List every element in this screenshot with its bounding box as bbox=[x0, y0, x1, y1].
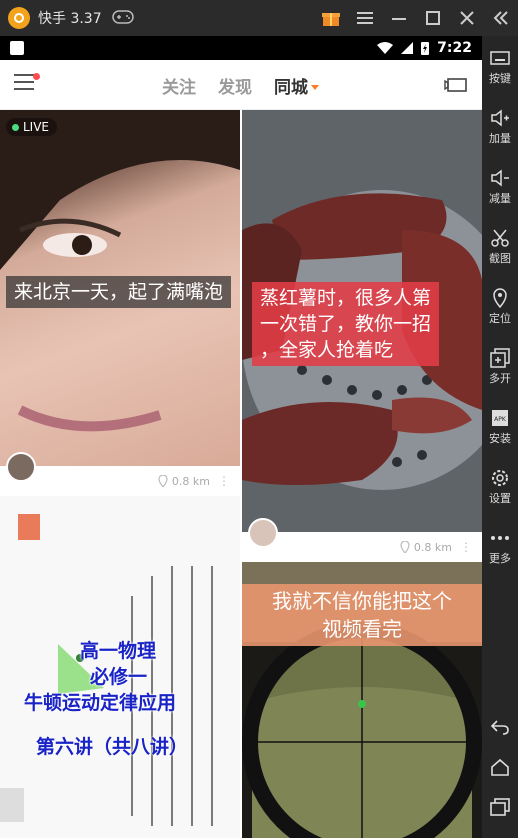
sidebar-item-multi-instance[interactable]: 多开 bbox=[482, 346, 518, 386]
emulator-sidebar: 按键 加量 减量 截图 定位 多开 APK 安装 设置 更多 bbox=[482, 36, 518, 838]
card-meta: 0.8 km ⋮ bbox=[242, 518, 482, 560]
distance-label: 0.8 km bbox=[400, 541, 452, 554]
back-icon[interactable] bbox=[482, 712, 518, 742]
gift-icon[interactable] bbox=[314, 0, 348, 36]
caption-line: ，全家人抢着吃 bbox=[260, 339, 394, 361]
collapse-sidebar-icon[interactable] bbox=[484, 0, 518, 36]
video-caption: 我就不信你能把这个 视频看完 bbox=[242, 584, 482, 646]
live-stream-icon[interactable] bbox=[444, 75, 468, 95]
sidebar-item-install[interactable]: APK 安装 bbox=[482, 406, 518, 446]
notification-dot bbox=[33, 73, 40, 80]
android-statusbar: 7:22 bbox=[0, 36, 482, 60]
hamburger-menu-button[interactable] bbox=[14, 73, 42, 96]
multi-instance-icon bbox=[482, 346, 518, 370]
sidebar-item-label: 减量 bbox=[489, 192, 511, 205]
emulator-titlebar: 快手 3.37 bbox=[0, 0, 518, 36]
sidebar-item-label: 截图 bbox=[489, 252, 511, 265]
caption-line: 我就不信你能把这个 bbox=[272, 589, 452, 613]
keyboard-icon bbox=[482, 46, 518, 70]
tab-nearby-label: 同城 bbox=[274, 77, 308, 98]
sidebar-item-volume-down[interactable]: 减量 bbox=[482, 166, 518, 206]
sidebar-item-keys[interactable]: 按键 bbox=[482, 46, 518, 86]
gear-icon bbox=[482, 466, 518, 490]
app-logo-icon bbox=[8, 7, 30, 29]
dropdown-arrow-icon bbox=[311, 85, 319, 90]
feed-card-sweet-potato[interactable]: 蒸红薯时，很多人第 一次错了，教你一招 ，全家人抢着吃 0.8 km ⋮ bbox=[242, 110, 482, 560]
sidebar-item-settings[interactable]: 设置 bbox=[482, 466, 518, 506]
sidebar-item-label: 按键 bbox=[489, 72, 511, 85]
tab-following[interactable]: 关注 bbox=[162, 73, 196, 98]
wifi-icon bbox=[377, 42, 394, 54]
lesson-line: 第六讲（共八讲） bbox=[36, 736, 189, 758]
tab-nearby[interactable]: 同城 bbox=[274, 73, 319, 98]
sidebar-item-label: 多开 bbox=[489, 372, 511, 385]
close-icon[interactable] bbox=[450, 0, 484, 36]
svg-text:APK: APK bbox=[494, 416, 507, 423]
notification-icon bbox=[10, 41, 24, 55]
caption-line: 一次错了，教你一招 bbox=[260, 313, 432, 335]
window-title: 快手 3.37 bbox=[38, 11, 102, 27]
sidebar-item-more[interactable]: 更多 bbox=[482, 526, 518, 566]
caption-line: 蒸红薯时，很多人第 bbox=[260, 287, 432, 309]
video-caption: 蒸红薯时，很多人第 一次错了，教你一招 ，全家人抢着吃 bbox=[252, 282, 440, 366]
distance-label: 0.8 km bbox=[158, 475, 210, 488]
maximize-icon[interactable] bbox=[416, 0, 450, 36]
sidebar-item-screenshot[interactable]: 截图 bbox=[482, 226, 518, 266]
more-options-icon[interactable]: ⋮ bbox=[460, 540, 472, 554]
sidebar-item-label: 安装 bbox=[489, 432, 511, 445]
distance-value: 0.8 km bbox=[171, 474, 210, 488]
tab-discover[interactable]: 发现 bbox=[218, 73, 252, 98]
sidebar-item-label: 更多 bbox=[489, 552, 511, 565]
location-pin-icon bbox=[400, 541, 410, 553]
video-feed: LIVE 来北京一天，起了满嘴泡 0.8 km ⋮ 蒸红薯时，很多人第 一次错了… bbox=[0, 110, 482, 838]
feed-card-physics-lesson[interactable]: 高一物理 必修一 牛顿运动定律应用 第六讲（共八讲） bbox=[0, 496, 240, 838]
sidebar-item-label: 加量 bbox=[489, 132, 511, 145]
sidebar-item-location[interactable]: 定位 bbox=[482, 286, 518, 326]
avatar[interactable] bbox=[248, 518, 278, 548]
avatar[interactable] bbox=[6, 452, 36, 482]
emulator-window: 快手 3.37 7:22 关注 发现 同城 LIVE 来北京一天，起了满嘴泡 0… bbox=[0, 0, 518, 838]
feed-card-sniper-video[interactable]: 我就不信你能把这个 视频看完 bbox=[242, 562, 482, 838]
distance-value: 0.8 km bbox=[413, 540, 452, 554]
live-badge-label: LIVE bbox=[23, 120, 50, 134]
home-icon[interactable] bbox=[482, 752, 518, 782]
live-indicator-icon bbox=[12, 123, 19, 131]
scissors-icon bbox=[482, 226, 518, 250]
gamepad-icon[interactable] bbox=[111, 9, 134, 28]
location-icon bbox=[482, 286, 518, 310]
sidebar-item-volume-up[interactable]: 加量 bbox=[482, 106, 518, 146]
recent-apps-icon[interactable] bbox=[482, 792, 518, 822]
sidebar-item-label: 定位 bbox=[489, 312, 511, 325]
feed-card-live[interactable]: LIVE 来北京一天，起了满嘴泡 0.8 km ⋮ bbox=[0, 110, 240, 494]
lesson-line: 高一物理 bbox=[80, 640, 157, 662]
more-options-icon[interactable]: ⋮ bbox=[218, 474, 230, 488]
more-dots-icon bbox=[482, 526, 518, 550]
app-header: 关注 发现 同城 bbox=[0, 60, 482, 110]
live-badge: LIVE bbox=[6, 118, 58, 136]
lesson-line: 必修一 bbox=[90, 666, 148, 688]
minimize-icon[interactable] bbox=[382, 0, 416, 36]
location-pin-icon bbox=[158, 475, 168, 487]
menu-icon[interactable] bbox=[348, 0, 382, 36]
signal-icon bbox=[401, 42, 414, 54]
lesson-line: 牛顿运动定律应用 bbox=[24, 692, 177, 714]
phone-screen: 7:22 关注 发现 同城 LIVE 来北京一天，起了满嘴泡 0.8 km ⋮ … bbox=[0, 36, 482, 838]
card-meta: 0.8 km ⋮ bbox=[0, 452, 240, 494]
apk-install-icon: APK bbox=[482, 406, 518, 430]
video-caption: 来北京一天，起了满嘴泡 bbox=[6, 276, 232, 308]
sidebar-item-label: 设置 bbox=[489, 492, 511, 505]
clock: 7:22 bbox=[437, 40, 472, 56]
battery-icon bbox=[421, 42, 430, 55]
feed-tabs: 关注 发现 同城 bbox=[162, 60, 319, 110]
volume-up-icon bbox=[482, 106, 518, 130]
volume-down-icon bbox=[482, 166, 518, 190]
caption-line: 视频看完 bbox=[322, 617, 402, 641]
